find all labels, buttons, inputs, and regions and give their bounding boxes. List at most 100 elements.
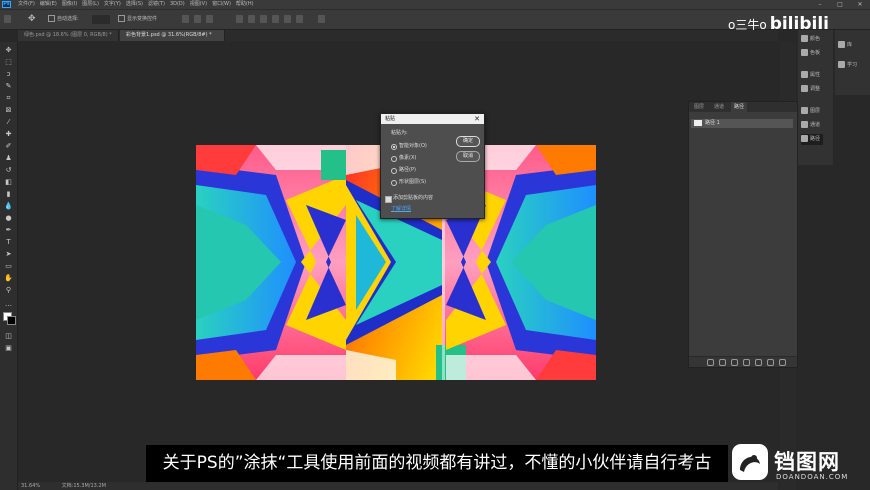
tab-document-1[interactable]: 绿色.psd @ 18.6% (图层 0, RGB/8) * <box>18 30 119 41</box>
layer-select-dropdown[interactable] <box>92 15 110 24</box>
dialog-close-icon[interactable]: ✕ <box>474 114 480 124</box>
panel-tab-channels[interactable]: 通道 <box>711 102 727 112</box>
radio-path[interactable] <box>391 168 397 174</box>
menu-item-8[interactable]: 视图(V) <box>190 0 207 9</box>
stroke-path-icon[interactable] <box>719 359 726 366</box>
pen-tool-icon[interactable]: ✒ <box>4 226 13 234</box>
paths-panel: 图层 通道 路径 路径 1 <box>688 101 798 368</box>
dock-item-learn[interactable]: 学习 <box>838 60 857 71</box>
screen-mode-icon[interactable]: ▣ <box>4 344 13 352</box>
close-icon[interactable]: ✕ <box>853 0 867 9</box>
align-left-icon[interactable] <box>182 15 189 23</box>
distribute-icon[interactable] <box>272 15 279 23</box>
dock-item-swatches[interactable]: 色板 <box>801 48 820 59</box>
path-select-tool-icon[interactable]: ➤ <box>4 250 13 258</box>
background-color-swatch[interactable] <box>7 316 16 325</box>
tab-document-2[interactable]: 彩色背景1.psd @ 31.6%(RGB/8#) * <box>120 30 225 41</box>
site-logo-text: 铛图网 <box>774 450 840 474</box>
menu-item-9[interactable]: 窗口(W) <box>212 0 231 9</box>
ok-button[interactable]: 确定 <box>456 136 480 147</box>
lasso-tool-icon[interactable]: ↄ <box>4 70 13 78</box>
dock-item-paths[interactable]: 路径 <box>801 134 824 145</box>
blur-tool-icon[interactable]: 💧 <box>4 202 13 210</box>
add-clipboard-checkbox[interactable] <box>385 196 392 203</box>
maximize-icon[interactable]: □ <box>833 0 847 9</box>
add-mask-icon[interactable] <box>755 359 762 366</box>
menu-item-10[interactable]: 帮助(H) <box>236 0 254 9</box>
path-name: 路径 1 <box>705 120 720 126</box>
menu-item-0[interactable]: 文件(F) <box>18 0 35 9</box>
move-tool-icon[interactable]: ✥ <box>28 15 36 24</box>
option-pixels-label: 像素(X) <box>399 155 417 161</box>
status-bar: 31.64% 文档:15.3M/13.2M <box>18 482 778 490</box>
delete-path-icon[interactable] <box>779 359 786 366</box>
menu-item-5[interactable]: 选择(S) <box>126 0 143 9</box>
menu-item-6[interactable]: 滤镜(T) <box>148 0 165 9</box>
align-bottom-icon[interactable] <box>260 15 267 23</box>
new-path-icon[interactable] <box>767 359 774 366</box>
learn-more-link[interactable]: 了解详情 <box>391 205 411 212</box>
dock-label-libraries: 库 <box>847 42 853 48</box>
align-right-icon[interactable] <box>206 15 213 23</box>
radio-pixels[interactable] <box>391 156 397 162</box>
dock-item-adjustments[interactable]: 调整 <box>801 84 820 95</box>
type-tool-icon[interactable]: T <box>4 238 13 246</box>
menu-item-1[interactable]: 编辑(E) <box>40 0 57 9</box>
dodge-tool-icon[interactable]: ● <box>4 214 13 222</box>
radio-smart-object[interactable] <box>391 144 397 150</box>
path-list-item[interactable]: 路径 1 <box>691 119 793 128</box>
quick-select-tool-icon[interactable]: ✎ <box>4 82 13 90</box>
quick-mask-icon[interactable]: ◫ <box>4 332 13 340</box>
dock-item-libraries[interactable]: 库 <box>838 40 852 51</box>
fill-path-icon[interactable] <box>707 359 714 366</box>
panel-tab-layers[interactable]: 图层 <box>691 102 707 112</box>
align-middle-icon[interactable] <box>248 15 255 23</box>
site-watermark: 铛图网 DOANDOAN.COM <box>730 440 870 490</box>
distribute-v-icon[interactable] <box>284 15 291 23</box>
option-smart-object-label: 智能对象(O) <box>399 143 427 149</box>
more-tools-icon[interactable]: … <box>4 300 13 308</box>
align-top-icon[interactable] <box>236 15 243 23</box>
radio-shape-layer[interactable] <box>391 180 397 186</box>
stamp-tool-icon[interactable]: ♟ <box>4 154 13 162</box>
move-tool-icon[interactable]: ✥ <box>4 46 13 54</box>
eyedropper-tool-icon[interactable]: ⁄ <box>4 118 13 126</box>
menu-item-4[interactable]: 文字(Y) <box>104 0 121 9</box>
show-transform-checkbox[interactable]: 显示变换控件 <box>118 15 157 24</box>
crop-tool-icon[interactable]: ⌗ <box>4 94 13 102</box>
gradient-tool-icon[interactable]: ▮ <box>4 190 13 198</box>
panel-footer <box>689 356 797 367</box>
dock-item-properties[interactable]: 属性 <box>801 70 820 81</box>
hand-tool-icon[interactable]: ✋ <box>4 274 13 282</box>
document-tab-bar: 绿色.psd @ 18.6% (图层 0, RGB/8) * 彩色背景1.psd… <box>18 30 778 41</box>
distribute-h-icon[interactable] <box>296 15 303 23</box>
load-selection-icon[interactable] <box>731 359 738 366</box>
make-path-icon[interactable] <box>743 359 750 366</box>
marquee-tool-icon[interactable]: ⬚ <box>4 58 13 66</box>
menu-item-2[interactable]: 图像(I) <box>62 0 77 9</box>
panel-tab-paths[interactable]: 路径 <box>731 102 748 112</box>
shape-tool-icon[interactable]: ▭ <box>4 262 13 270</box>
dock-label-adjustments: 调整 <box>810 86 821 92</box>
eraser-tool-icon[interactable]: ◧ <box>4 178 13 186</box>
more-options-icon[interactable] <box>318 15 325 23</box>
dock-label-color: 颜色 <box>810 36 821 42</box>
frame-tool-icon[interactable]: ⊠ <box>4 106 13 114</box>
align-center-icon[interactable] <box>194 15 201 23</box>
dock-label-channels: 通道 <box>810 122 821 128</box>
history-brush-tool-icon[interactable]: ↺ <box>4 166 13 174</box>
dock-item-channels[interactable]: 通道 <box>801 120 820 131</box>
dock-item-layers[interactable]: 图层 <box>801 106 820 117</box>
healing-brush-tool-icon[interactable]: ✚ <box>4 130 13 138</box>
auto-select-checkbox[interactable]: 自动选择: <box>48 15 79 24</box>
menu-item-7[interactable]: 3D(D) <box>170 0 185 9</box>
menu-item-3[interactable]: 图层(L) <box>82 0 99 9</box>
brush-tool-icon[interactable]: ✐ <box>4 142 13 150</box>
tools-panel: ✥ ⬚ ↄ ✎ ⌗ ⊠ ⁄ ✚ ✐ ♟ ↺ ◧ ▮ 💧 ● ✒ T ➤ ▭ ✋ … <box>0 42 18 490</box>
site-logo-icon <box>740 455 760 472</box>
minimize-icon[interactable]: – <box>813 0 827 9</box>
zoom-tool-icon[interactable]: ⚲ <box>4 286 13 294</box>
cancel-button[interactable]: 取消 <box>456 151 480 162</box>
dock-item-color[interactable]: 颜色 <box>801 34 820 45</box>
home-icon[interactable] <box>4 15 11 23</box>
